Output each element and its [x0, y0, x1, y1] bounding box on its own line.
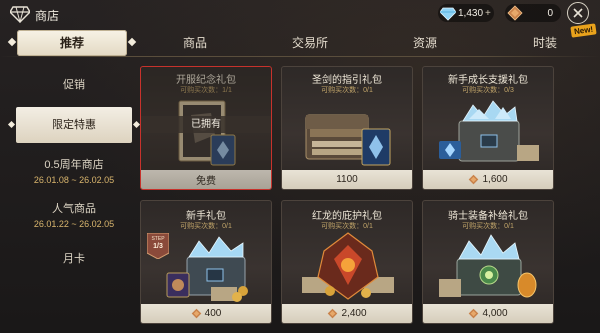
price-value: 1,600 [482, 174, 508, 185]
page-title: 商店 [35, 9, 60, 23]
holy-sword-package-art [305, 114, 391, 166]
sidebar: 促销 限定特惠 0.5周年商店 26.01.08 ~ 26.02.05 人气商品… [0, 60, 137, 333]
sidebar-item-date: 26.01.08 ~ 26.02.05 [33, 175, 115, 185]
close-button[interactable] [567, 2, 589, 24]
price-value: 400 [204, 308, 222, 319]
price-bar[interactable]: 2,400 [282, 304, 412, 323]
sidebar-item-anniversary-shop[interactable]: 0.5周年商店 26.01.08 ~ 26.02.05 [16, 156, 132, 185]
price-bar[interactable]: 免费 [141, 170, 271, 189]
price-bar[interactable]: 4,000 [423, 304, 553, 323]
sidebar-item-limited-offer[interactable]: 限定特惠 [16, 107, 132, 143]
package-card-beginner[interactable]: 新手礼包 可购买次数：0/1 STEP 1/3 400 [140, 200, 272, 324]
growth-package-art [439, 100, 539, 162]
card-title: 新手成长支援礼包 [448, 75, 528, 86]
card-title: 骑士装备补给礼包 [448, 211, 528, 222]
gem-amount: 1,430 [458, 7, 484, 19]
price-value: 4,000 [482, 308, 508, 319]
price-bar[interactable]: 1,600 [423, 170, 553, 189]
price-value: 1100 [336, 174, 358, 185]
owned-label: 已拥有 [141, 116, 271, 133]
package-card-knight-supply[interactable]: 骑士装备补给礼包 可购买次数：0/1 4,000 [422, 200, 554, 324]
sidebar-item-label: 0.5周年商店 [44, 159, 104, 171]
tab-costume[interactable]: 时装 [520, 30, 570, 56]
gem-currency[interactable]: 1,430 + [438, 4, 494, 22]
sidebar-item-monthly-card[interactable]: 月卡 [16, 250, 132, 266]
coin-amount: 0 [547, 7, 553, 19]
card-title: 新手礼包 [186, 211, 226, 222]
coin-currency[interactable]: 0 [505, 4, 561, 22]
tab-divider [0, 56, 600, 57]
gem-plus: + [485, 7, 491, 19]
tab-resources[interactable]: 资源 [400, 30, 450, 56]
sidebar-item-popular[interactable]: 人气商品 26.01.22 ~ 26.02.05 [16, 200, 132, 229]
price-bar[interactable]: 1100 [282, 170, 412, 189]
beginner-package-art [166, 236, 248, 302]
diamond-shop-icon [10, 6, 30, 23]
price-bar[interactable]: 400 [141, 304, 271, 323]
category-tabs: 推荐 商品 交易所 资源 时装 [0, 30, 600, 56]
tab-products[interactable]: 商品 [170, 30, 220, 56]
package-card-launch[interactable]: 开服纪念礼包 可购买次数：1/1 已拥有 免费 [140, 66, 272, 190]
tab-recommend[interactable]: 推荐 [17, 30, 127, 56]
package-card-growth-support[interactable]: 新手成长支援礼包 可购买次数：0/3 1,600 [422, 66, 554, 190]
sidebar-item-date: 26.01.22 ~ 26.02.05 [33, 219, 115, 229]
coin-icon [507, 5, 523, 21]
sidebar-item-label: 人气商品 [52, 203, 96, 215]
coin-icon [328, 308, 338, 319]
top-bar: 商店 1,430 + 0 [0, 0, 600, 28]
tab-exchange[interactable]: 交易所 [280, 30, 340, 56]
sidebar-item-promotion[interactable]: 促销 [16, 76, 132, 92]
sidebar-item-label: 月卡 [63, 253, 85, 265]
card-purchase-limit: 可购买次数：0/1 [321, 87, 373, 94]
card-title: 圣剑的指引礼包 [312, 75, 382, 86]
package-card-holy-sword[interactable]: 圣剑的指引礼包 可购买次数：0/1 1100 [281, 66, 413, 190]
package-card-red-dragon[interactable]: 红龙的庇护礼包 可购买次数：0/1 2,400 [281, 200, 413, 324]
coin-icon [469, 174, 479, 185]
price-value: 免费 [196, 176, 216, 187]
red-dragon-package-art [302, 232, 394, 300]
knight-supply-package-art [439, 234, 537, 298]
gem-icon [440, 7, 456, 21]
price-value: 2,400 [341, 308, 367, 319]
coin-icon [191, 308, 201, 319]
card-title: 红龙的庇护礼包 [312, 211, 382, 222]
coin-icon [469, 308, 479, 319]
close-icon [573, 8, 583, 18]
sidebar-item-label: 限定特惠 [52, 119, 96, 131]
sidebar-item-label: 促销 [63, 79, 85, 91]
card-purchase-limit: 可购买次数：0/3 [462, 87, 514, 94]
